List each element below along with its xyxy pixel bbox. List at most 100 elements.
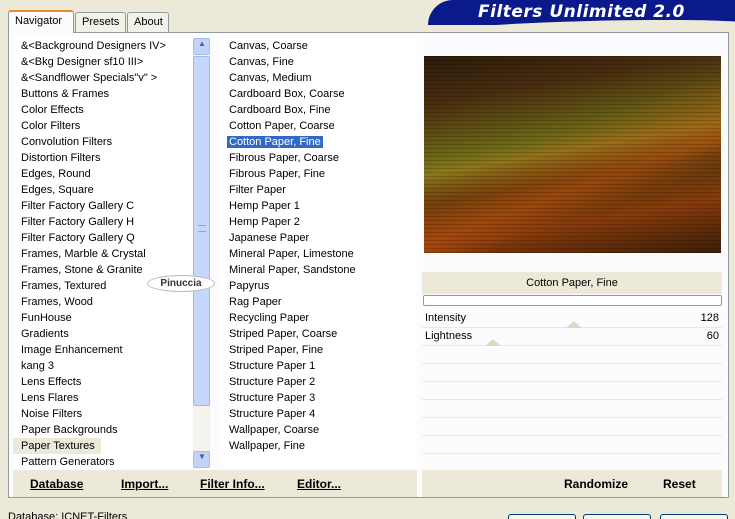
dialog-button[interactable]	[583, 514, 651, 519]
filter-item[interactable]: Rag Paper	[221, 294, 417, 310]
filter-item[interactable]: Cardboard Box, Coarse	[221, 86, 417, 102]
filter-item-label: Canvas, Coarse	[229, 40, 308, 52]
category-list[interactable]: &<Background Designers IV> &<Bkg Designer…	[13, 38, 210, 468]
slider-knob[interactable]	[566, 321, 582, 328]
category-item[interactable]: Noise Filters	[13, 406, 210, 422]
category-item[interactable]: Frames, Wood	[13, 294, 210, 310]
filter-info-button[interactable]: Filter Info...	[200, 477, 265, 491]
category-item[interactable]: FunHouse	[13, 310, 210, 326]
filter-item-label: Wallpaper, Coarse	[229, 424, 320, 436]
filter-item[interactable]: Hemp Paper 2	[221, 214, 417, 230]
scroll-thumb[interactable]	[193, 56, 210, 406]
filter-item-label: Fibrous Paper, Coarse	[229, 152, 340, 164]
category-item[interactable]: Gradients	[13, 326, 210, 342]
category-item[interactable]: Buttons & Frames	[13, 86, 210, 102]
category-item[interactable]: &<Bkg Designer sf10 III>	[13, 54, 210, 70]
filter-item[interactable]: Cardboard Box, Fine	[221, 102, 417, 118]
reset-button[interactable]: Reset	[663, 477, 696, 491]
filter-item[interactable]: Recycling Paper	[221, 310, 417, 326]
category-item[interactable]: &<Background Designers IV>	[13, 38, 210, 54]
database-button[interactable]: Database	[30, 477, 83, 491]
filter-item[interactable]: Wallpaper, Coarse	[221, 422, 417, 438]
filter-item-label: Filter Paper	[229, 184, 286, 196]
scroll-down-button[interactable]: ▼	[193, 451, 210, 468]
category-item[interactable]: Pattern Generators	[13, 454, 210, 468]
slider-empty	[422, 418, 722, 436]
filter-item-label: Mineral Paper, Limestone	[229, 248, 354, 260]
category-item[interactable]: Color Effects	[13, 102, 210, 118]
filter-item[interactable]: Striped Paper, Coarse	[221, 326, 417, 342]
tab-about[interactable]: About	[127, 12, 169, 32]
slider-lightness[interactable]: Lightness 60	[422, 328, 722, 346]
title-banner: Filters Unlimited 2.0	[428, 0, 735, 25]
filter-item-label: Canvas, Fine	[229, 56, 294, 68]
filter-item[interactable]: Japanese Paper	[221, 230, 417, 246]
chevron-up-icon: ▲	[198, 39, 206, 48]
editor-button[interactable]: Editor...	[297, 477, 341, 491]
category-item[interactable]: Image Enhancement	[13, 342, 210, 358]
category-item[interactable]: Edges, Square	[13, 182, 210, 198]
filter-item[interactable]: Canvas, Medium	[221, 70, 417, 86]
scroll-up-button[interactable]: ▲	[193, 38, 210, 55]
bottom-toolbar-left: Database Import... Filter Info... Editor…	[13, 470, 417, 497]
filter-item[interactable]: Hemp Paper 1	[221, 198, 417, 214]
slider-intensity[interactable]: Intensity 128	[422, 310, 722, 328]
filter-item-label: Structure Paper 4	[229, 408, 316, 420]
parameter-sliders: Intensity 128 Lightness 60	[422, 310, 722, 468]
category-item[interactable]: Edges, Round	[13, 166, 210, 182]
category-item[interactable]: &<Sandflower Specials"v" >	[13, 70, 210, 86]
filter-item-label: Structure Paper 2	[229, 376, 316, 388]
tab-navigator[interactable]: Navigator	[8, 10, 74, 33]
status-text: Database: ICNET-Filters	[8, 511, 128, 519]
category-item[interactable]: Frames, Marble & Crystal	[13, 246, 210, 262]
filter-item[interactable]: Structure Paper 2	[221, 374, 417, 390]
category-scrollbar[interactable]: ▲ ▼	[193, 38, 210, 468]
grip-icon	[198, 225, 206, 232]
category-item[interactable]: Filter Factory Gallery H	[13, 214, 210, 230]
filter-item[interactable]: Structure Paper 1	[221, 358, 417, 374]
dialog-button[interactable]	[508, 514, 576, 519]
category-item[interactable]: Color Filters	[13, 118, 210, 134]
slider-knob[interactable]	[485, 339, 501, 346]
filter-item[interactable]: Mineral Paper, Limestone	[221, 246, 417, 262]
filter-item-label: Cotton Paper, Coarse	[229, 120, 335, 132]
filter-item-label: Rag Paper	[229, 296, 282, 308]
category-item[interactable]: Lens Effects	[13, 374, 210, 390]
randomize-button[interactable]: Randomize	[564, 477, 628, 491]
import-button[interactable]: Import...	[121, 477, 168, 491]
filter-item[interactable]: Wallpaper, Fine	[221, 438, 417, 454]
slider-label: Intensity	[425, 312, 466, 324]
filter-item[interactable]: Structure Paper 3	[221, 390, 417, 406]
category-item[interactable]: Paper Backgrounds	[13, 422, 210, 438]
filter-item[interactable]: Cotton Paper, Fine	[221, 134, 417, 150]
filter-item[interactable]: Striped Paper, Fine	[221, 342, 417, 358]
category-item[interactable]: kang 3	[13, 358, 210, 374]
filter-item[interactable]: Fibrous Paper, Coarse	[221, 150, 417, 166]
slider-empty	[422, 346, 722, 364]
dialog-button[interactable]	[660, 514, 728, 519]
filter-item[interactable]: Mineral Paper, Sandstone	[221, 262, 417, 278]
filter-item-label: Hemp Paper 2	[229, 216, 300, 228]
watermark-label: Pinuccia	[147, 275, 215, 292]
filter-list[interactable]: Canvas, Coarse Canvas, Fine Canvas, Medium…	[221, 38, 417, 468]
category-item[interactable]: Filter Factory Gallery Q	[13, 230, 210, 246]
filter-item[interactable]: Canvas, Fine	[221, 54, 417, 70]
filter-item[interactable]: Cotton Paper, Coarse	[221, 118, 417, 134]
category-item[interactable]: Distortion Filters	[13, 150, 210, 166]
category-item[interactable]: Convolution Filters	[13, 134, 210, 150]
slider-label: Lightness	[425, 330, 473, 342]
category-item[interactable]: Paper Textures	[13, 438, 101, 454]
slider-empty	[422, 436, 722, 454]
selected-filter-name: Cotton Paper, Fine	[422, 272, 722, 294]
bottom-toolbar-right: Randomize Reset	[422, 470, 722, 497]
tab-presets[interactable]: Presets	[75, 12, 126, 32]
category-item[interactable]: Filter Factory Gallery C	[13, 198, 210, 214]
filter-item[interactable]: Fibrous Paper, Fine	[221, 166, 417, 182]
category-item[interactable]: Lens Flares	[13, 390, 210, 406]
filter-item-label: Cardboard Box, Fine	[229, 104, 331, 116]
filter-item[interactable]: Canvas, Coarse	[221, 38, 417, 54]
filter-item-label: Mineral Paper, Sandstone	[229, 264, 356, 276]
filter-item[interactable]: Filter Paper	[221, 182, 417, 198]
filter-item[interactable]: Papyrus	[221, 278, 417, 294]
filter-item[interactable]: Structure Paper 4	[221, 406, 417, 422]
